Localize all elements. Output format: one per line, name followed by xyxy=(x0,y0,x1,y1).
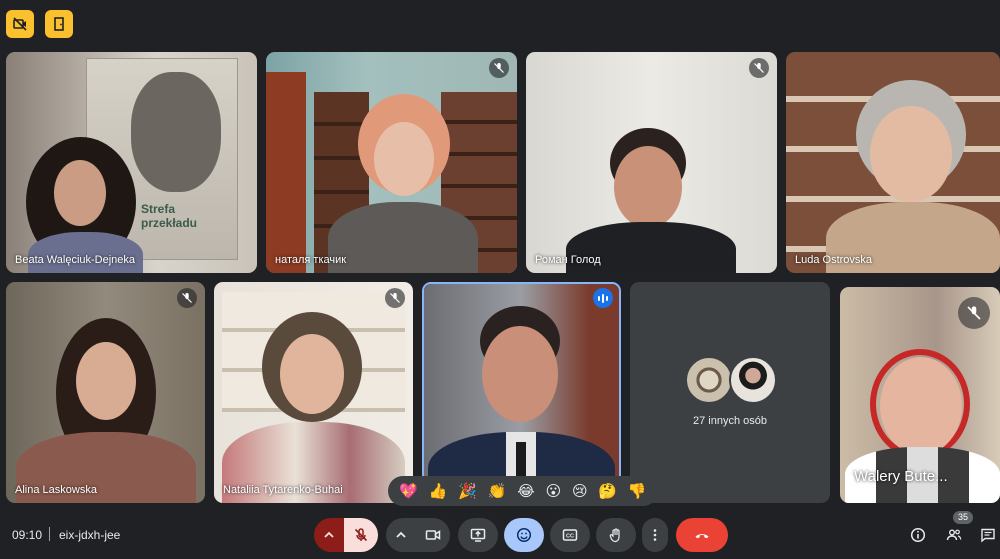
chat-icon xyxy=(981,528,995,543)
camera-off-button[interactable] xyxy=(6,10,34,38)
participant-name: Luda Ostrovska xyxy=(795,254,873,266)
hang-up-icon xyxy=(695,534,709,539)
reaction-surprised[interactable]: 😮 xyxy=(546,484,562,499)
others-count-label: 27 innych osób xyxy=(693,415,767,427)
reaction-party[interactable]: 🎉 xyxy=(458,484,477,499)
camera-button[interactable] xyxy=(416,518,450,552)
leave-call-button[interactable] xyxy=(676,518,728,552)
reaction-clap[interactable]: 👏 xyxy=(488,484,507,499)
svg-text:CC: CC xyxy=(566,534,574,540)
face xyxy=(870,106,952,202)
mic-muted-indicator xyxy=(489,58,509,78)
participant-avatar xyxy=(729,356,777,404)
more-options-button[interactable] xyxy=(642,518,668,552)
microphone-button[interactable] xyxy=(344,518,378,552)
door xyxy=(266,72,306,273)
emoji-icon xyxy=(516,527,532,543)
reaction-thumbs-up[interactable]: 👍 xyxy=(429,484,448,499)
participant-tile[interactable]: наталя ткачик xyxy=(266,52,517,273)
chat-button[interactable] xyxy=(978,525,998,545)
speaking-indicator xyxy=(593,288,613,308)
participant-tile[interactable]: Nataliia Tytarenko-Buhai xyxy=(214,282,413,503)
people-icon xyxy=(946,529,962,541)
poster-text: Strefa przekładu xyxy=(141,202,197,230)
face xyxy=(880,357,962,455)
mic-muted-indicator xyxy=(177,288,197,308)
audio-options-button[interactable] xyxy=(314,518,344,552)
video-off-icon xyxy=(13,17,27,31)
mic-off-icon xyxy=(354,528,368,542)
participant-name: Beata Walęciuk-Dejneka xyxy=(15,254,136,266)
emoji-reactions-button[interactable] xyxy=(504,518,544,552)
torso xyxy=(328,202,478,273)
participant-name: Роман Голод xyxy=(535,254,601,266)
participant-name: Nataliia Tytarenko-Buhai xyxy=(223,484,343,496)
participant-tile[interactable]: Walery Bute... xyxy=(840,287,1000,503)
raise-hand-icon xyxy=(609,528,620,543)
participant-tile[interactable]: Alina Laskowska xyxy=(6,282,205,503)
participant-name: Walery Bute... xyxy=(854,468,948,485)
meeting-code: eix-jdxh-jee xyxy=(59,528,121,542)
mic-muted-indicator xyxy=(749,58,769,78)
face xyxy=(374,122,434,196)
meeting-info-button[interactable] xyxy=(908,525,928,545)
face xyxy=(76,342,136,420)
participant-tile[interactable]: Luda Ostrovska xyxy=(786,52,1000,273)
reaction-sad[interactable]: 😢 xyxy=(572,484,588,499)
raise-hand-button[interactable] xyxy=(596,518,636,552)
captions-icon: CC xyxy=(562,529,578,541)
meeting-time: 09:10 xyxy=(12,528,43,542)
reaction-thumbs-down[interactable]: 👎 xyxy=(628,484,647,499)
reaction-laugh[interactable]: 😂 xyxy=(517,484,535,499)
present-screen-button[interactable] xyxy=(458,518,498,552)
captions-button[interactable]: CC xyxy=(550,518,590,552)
participant-name: Alina Laskowska xyxy=(15,484,97,496)
reaction-bar: 💖 👍 🎉 👏 😂 😮 😢 🤔 👎 xyxy=(388,476,658,506)
active-speaker-tile[interactable] xyxy=(422,282,621,503)
face xyxy=(482,326,558,422)
poster-line-2: przekładu xyxy=(141,216,198,230)
reaction-thinking[interactable]: 🤔 xyxy=(598,484,617,499)
divider xyxy=(49,527,50,541)
bottom-bar: 09:10 eix-jdxh-jee CC 35 xyxy=(0,510,1000,559)
reaction-heart[interactable]: 💖 xyxy=(399,484,418,499)
mic-off-icon xyxy=(967,306,981,320)
present-screen-icon xyxy=(470,528,486,542)
people-count-badge: 35 xyxy=(953,511,973,524)
mic-off-icon xyxy=(390,293,400,303)
info-icon xyxy=(910,527,926,543)
torso xyxy=(28,232,143,273)
exit-door-icon xyxy=(54,17,64,31)
mic-off-icon xyxy=(754,63,764,73)
poster-face xyxy=(131,72,221,192)
people-button[interactable] xyxy=(944,525,964,545)
mic-muted-indicator xyxy=(958,297,990,329)
face xyxy=(54,160,106,226)
mic-off-icon xyxy=(182,293,192,303)
participant-tile[interactable]: Strefa przekładu Beata Walęciuk-Dejneka xyxy=(6,52,257,273)
chevron-up-icon xyxy=(396,531,406,538)
more-vertical-icon xyxy=(653,529,657,541)
others-tile[interactable]: 27 innych osób xyxy=(630,282,830,503)
poster-line-1: Strefa xyxy=(141,202,176,216)
leave-room-button[interactable] xyxy=(45,10,73,38)
chevron-up-icon xyxy=(324,531,334,538)
mic-off-icon xyxy=(494,63,504,73)
participant-tile[interactable]: Роман Голод xyxy=(526,52,777,273)
video-icon xyxy=(425,530,441,540)
mic-muted-indicator xyxy=(385,288,405,308)
video-options-button[interactable] xyxy=(386,518,416,552)
face xyxy=(614,146,682,228)
participant-avatar xyxy=(685,356,733,404)
participant-name: наталя ткачик xyxy=(275,254,347,266)
face xyxy=(280,334,344,414)
